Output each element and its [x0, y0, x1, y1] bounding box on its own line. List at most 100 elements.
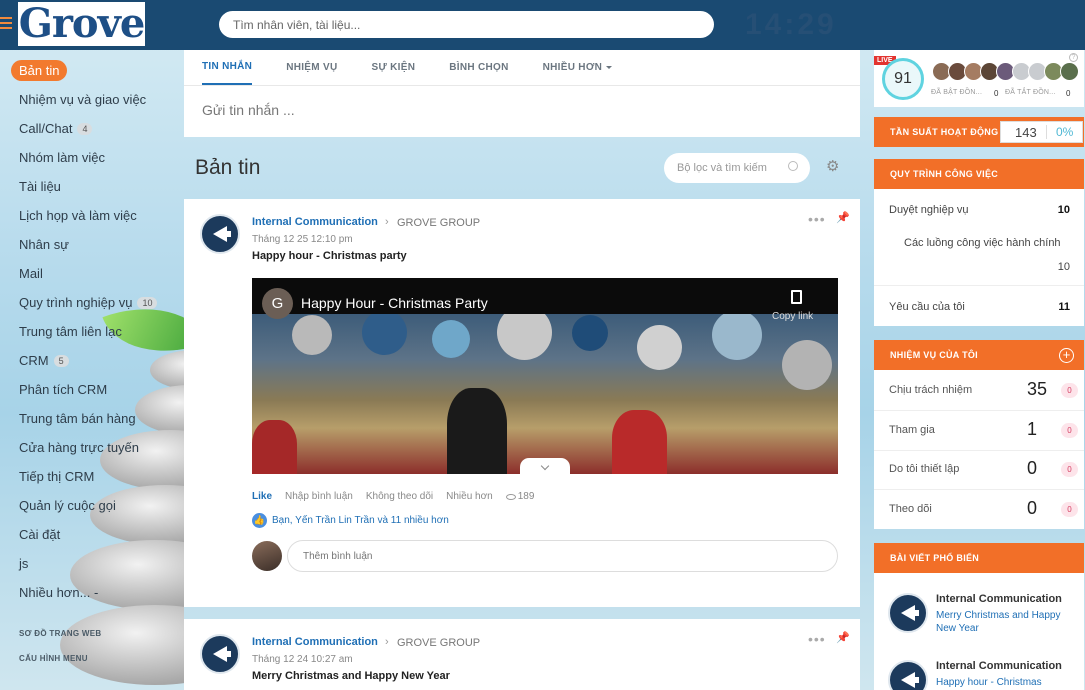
nav-item-js[interactable]: js: [0, 549, 184, 578]
message-input[interactable]: Gửi tin nhắn ...: [202, 102, 295, 118]
nav-item-calendar[interactable]: Lịch họp và làm việc: [0, 201, 184, 230]
balloon-decoration: [362, 310, 407, 355]
nav-item-tasks[interactable]: Nhiệm vụ và giao việc: [0, 85, 184, 114]
nav-item-workgroups[interactable]: Nhóm làm việc: [0, 143, 184, 172]
task-row[interactable]: Chịu trách nhiệm 35 0: [889, 371, 1078, 410]
tab-message[interactable]: TIN NHẮN: [202, 50, 253, 85]
nav-item-workflows[interactable]: Quy trình nghiệp vụ 10: [0, 288, 184, 317]
nav-item-more[interactable]: Nhiều hơn... -: [0, 578, 184, 607]
grove-logo[interactable]: Grove: [18, 2, 145, 46]
user-avatar: [1060, 62, 1079, 81]
nav-item-crm-marketing[interactable]: Tiếp thị CRM: [0, 462, 184, 491]
more-options-icon[interactable]: •••: [808, 631, 826, 647]
eye-icon: [505, 493, 516, 500]
nav-item-contact-center[interactable]: Trung tâm liên lạc: [0, 317, 184, 346]
nav-item-documents[interactable]: Tài liệu: [0, 172, 184, 201]
channel-avatar[interactable]: G: [262, 288, 293, 319]
post-time[interactable]: Tháng 12 25 12:10 pm: [252, 234, 353, 245]
post-time[interactable]: Tháng 12 24 10:27 am: [252, 654, 353, 665]
post-group[interactable]: GROVE GROUP: [397, 637, 480, 649]
chevron-right-icon: ›: [385, 216, 389, 228]
popular-post-title[interactable]: Merry Christmas and Happy New Year: [936, 609, 1076, 635]
feed-filter-input[interactable]: Bộ lọc và tìm kiếm: [664, 153, 810, 183]
nav-item-sales-center[interactable]: Trung tâm bán hàng: [0, 404, 184, 433]
post-group[interactable]: GROVE GROUP: [397, 217, 480, 229]
more-options-icon[interactable]: •••: [808, 211, 826, 227]
nav-item-crm-analytics[interactable]: Phân tích CRM: [0, 375, 184, 404]
megaphone-icon: [901, 672, 919, 688]
person-figure: [612, 410, 667, 474]
online-users[interactable]: [932, 62, 1079, 81]
composer-tabs: TIN NHẮN NHIỆM VỤ SỰ KIỆN BÌNH CHỌN NHIỀ…: [184, 50, 860, 86]
task-count: 0: [1027, 498, 1038, 518]
nav-item-online-store[interactable]: Cửa hàng trực tuyến: [0, 433, 184, 462]
help-icon[interactable]: ?: [1069, 53, 1078, 62]
add-task-icon[interactable]: +: [1059, 348, 1074, 363]
task-row[interactable]: Do tôi thiết lập 0 0: [889, 450, 1078, 489]
task-row[interactable]: Tham gia 1 0: [889, 411, 1078, 450]
post-author[interactable]: Internal Communication: [252, 216, 378, 228]
copy-link-button[interactable]: Copy link: [772, 311, 813, 322]
video-title[interactable]: Happy Hour - Christmas Party: [301, 295, 488, 311]
post-title: Happy hour - Christmas party: [252, 250, 407, 262]
video-embed[interactable]: G Happy Hour - Christmas Party Copy link: [252, 278, 838, 474]
pin-icon[interactable]: 📌: [836, 631, 850, 644]
more-button[interactable]: Nhiều hơn: [446, 491, 493, 502]
workflow-value: 10: [1057, 261, 1070, 273]
menu-icon[interactable]: [0, 17, 12, 31]
author-avatar[interactable]: [200, 214, 240, 254]
likers-summary[interactable]: 👍 Bạn, Yến Trần Lin Trần và 11 nhiều hơn: [252, 513, 449, 528]
nav-item-news[interactable]: Bản tin: [0, 56, 184, 85]
gear-icon[interactable]: ⚙: [826, 159, 840, 174]
nav-item-call-chat[interactable]: Call/Chat 4: [0, 114, 184, 143]
sitemap-link[interactable]: SƠ ĐỒ TRANG WEB: [0, 621, 184, 646]
clocked-out-value: 0: [1066, 89, 1071, 98]
megaphone-icon: [901, 605, 919, 621]
copy-icon[interactable]: [791, 290, 802, 304]
post-author[interactable]: Internal Communication: [252, 636, 378, 648]
nav-label: CRM: [19, 353, 49, 368]
popular-post-title[interactable]: Happy hour - Christmas: [936, 676, 1076, 689]
tab-event[interactable]: SỰ KIỆN: [371, 50, 415, 85]
search-icon[interactable]: [788, 161, 798, 171]
tab-task[interactable]: NHIỆM VỤ: [286, 50, 337, 85]
comment-input[interactable]: [287, 540, 838, 572]
menu-config-link[interactable]: CẤU HÌNH MENU: [0, 646, 184, 671]
balloon-decoration: [712, 310, 762, 360]
search-input[interactable]: [219, 11, 714, 38]
nav-label: Bản tin: [11, 60, 68, 81]
thumbs-up-icon: 👍: [252, 513, 267, 528]
collapse-toggle[interactable]: [520, 458, 570, 474]
nav-item-crm[interactable]: CRM 5: [0, 346, 184, 375]
workflow-value: 10: [1057, 204, 1070, 216]
activity-frequency[interactable]: TẦN SUẤT HOẠT ĐỘNG 143 0%: [874, 117, 1084, 147]
nav-item-call-management[interactable]: Quản lý cuộc gọi: [0, 491, 184, 520]
nav-label: Cửa hàng trực tuyến: [19, 440, 140, 455]
popular-author[interactable]: Internal Communication: [936, 593, 1062, 605]
left-sidebar: Bản tin Nhiệm vụ và giao việc Call/Chat 4…: [0, 50, 184, 690]
megaphone-icon: [213, 226, 231, 242]
workflow-row[interactable]: Yêu cầu của tôi 11: [889, 301, 1072, 313]
workflow-row[interactable]: Duyệt nghiệp vụ 10: [889, 204, 1072, 216]
frequency-value: 143: [1015, 125, 1037, 140]
nav-label: Call/Chat: [19, 121, 73, 136]
divider: [1046, 125, 1047, 139]
workflow-row[interactable]: Các luồng công việc hành chính 10: [889, 237, 1072, 277]
tab-more[interactable]: NHIỀU HƠN: [543, 50, 613, 85]
nav-item-hr[interactable]: Nhân sự: [0, 230, 184, 259]
my-tasks-widget: NHIỆM VỤ CỦA TÔI + Chịu trách nhiệm 35 0…: [874, 340, 1084, 529]
comment-row: [252, 540, 838, 572]
nav-item-mail[interactable]: Mail: [0, 259, 184, 288]
popular-author[interactable]: Internal Communication: [936, 660, 1062, 672]
like-button[interactable]: Like: [252, 491, 272, 502]
nav-item-settings[interactable]: Cài đặt: [0, 520, 184, 549]
comment-button[interactable]: Nhập bình luận: [285, 491, 353, 502]
likers-text: Bạn, Yến Trần Lin Trần và 11 nhiều hơn: [272, 515, 449, 526]
pin-icon[interactable]: 📌: [836, 211, 850, 224]
tab-poll[interactable]: BÌNH CHỌN: [449, 50, 508, 85]
task-row[interactable]: Theo dõi 0 0: [889, 490, 1078, 529]
task-label: Tham gia: [889, 424, 935, 436]
author-avatar[interactable]: [200, 634, 240, 674]
unfollow-button[interactable]: Không theo dõi: [366, 491, 433, 502]
pulse-gauge[interactable]: 91: [882, 58, 924, 100]
